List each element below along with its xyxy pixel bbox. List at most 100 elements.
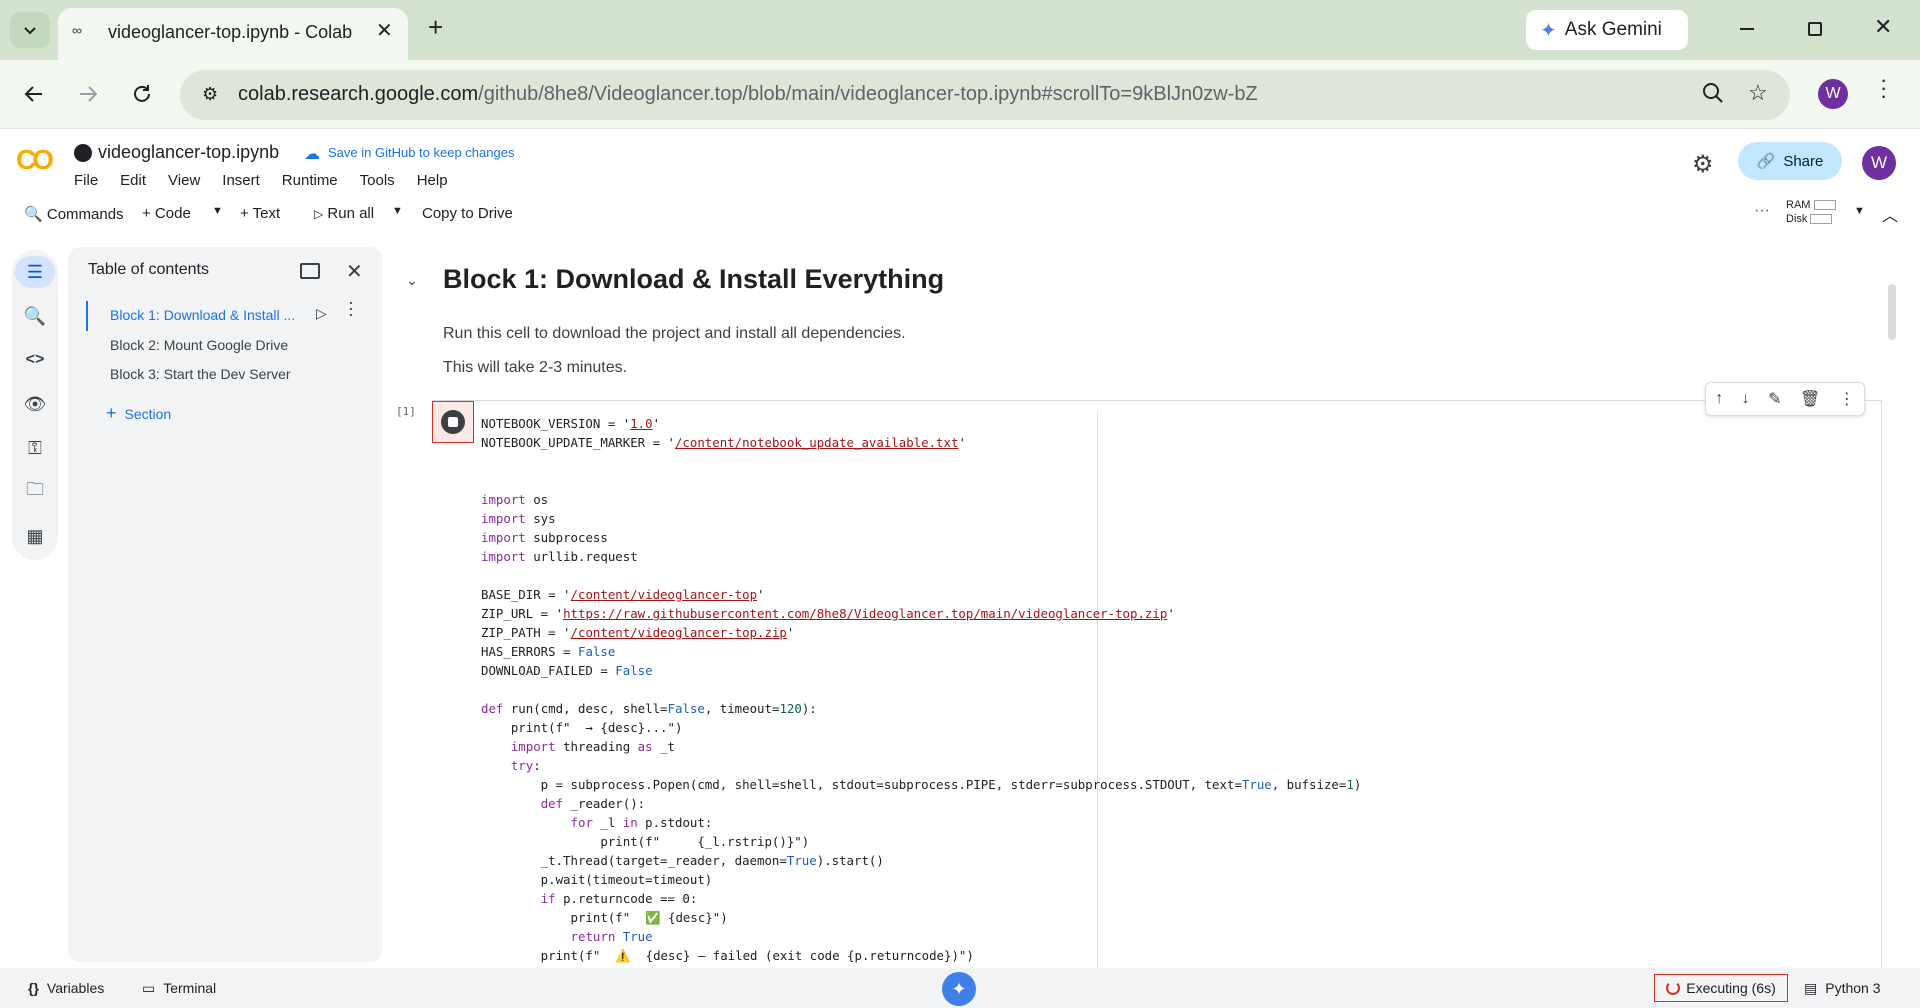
code-line: import subprocess [481,530,608,545]
add-code-button[interactable]: + Code [142,205,191,222]
forward-arrow-icon[interactable] [76,82,100,111]
url-text: colab.research.google.com/github/8he8/Vi… [238,83,1258,106]
code-line: for _l in p.stdout: [570,815,713,830]
collapse-chevron-icon[interactable]: ︿ [1882,202,1898,226]
commands-button[interactable]: 🔍 Commands [24,205,124,223]
toc-more-icon[interactable]: · · · [348,293,354,323]
code-line: print(f" ⚠️ {desc} — failed (exit code {… [481,948,974,963]
kernel-indicator[interactable]: ▤ Python 3 [1804,980,1881,997]
move-up-icon[interactable]: ↑ [1715,390,1723,408]
profile-avatar[interactable]: W [1818,79,1848,109]
browser-toolbar: ⚙ colab.research.google.com/github/8he8/… [0,60,1920,129]
share-button[interactable]: 🔗 Share [1738,142,1842,180]
copy-to-drive-button[interactable]: Copy to Drive [422,205,513,222]
ram-bar [1813,200,1836,211]
browser-tab[interactable]: ∞ videoglancer-top.ipynb - Colab ✕ [58,8,408,60]
code-line: BASE_DIR = '/content/videoglancer-top' [481,587,765,602]
menu-edit[interactable]: Edit [120,172,146,189]
notebook-filename[interactable]: videoglancer-top.ipynb [98,142,279,163]
browser-menu-icon[interactable]: · · · [1880,69,1887,107]
new-tab-plus-icon[interactable]: + [428,12,443,43]
run-all-dropdown-icon[interactable]: ▼ [392,205,403,217]
variables-button[interactable]: {} Variables [28,980,104,996]
secrets-eye-icon[interactable]: 👁 [15,388,55,420]
run-all-button[interactable]: ▷ Run all [314,205,374,222]
toc-active-indicator [86,301,88,331]
close-panel-icon[interactable]: ✕ [346,259,363,284]
resource-indicator[interactable]: RAM Disk [1786,198,1846,232]
reload-icon[interactable] [130,82,154,111]
edit-pencil-icon[interactable]: ✎ [1768,389,1781,409]
terminal-button[interactable]: ▭ Terminal [142,980,216,997]
add-section-button[interactable]: + Section [106,403,171,424]
code-cell[interactable]: [1] NOTEBOOK_VERSION = '1.0' NOTEBOOK_UPD… [396,400,1882,975]
minimize-icon[interactable] [1740,28,1754,30]
toc-item[interactable]: Block 3: Start the Dev Server [110,366,291,382]
delete-trash-icon[interactable]: 🗑 [1800,389,1820,409]
add-section-label: Section [124,406,172,422]
menu-view[interactable]: View [168,172,200,189]
toc-run-section-icon[interactable]: ▷ [316,305,327,322]
restore-icon[interactable] [1808,22,1822,36]
profile-initial: W [1825,85,1841,102]
code-line: return True [570,929,653,944]
save-github-link[interactable]: Save in GitHub to keep changes [328,145,514,160]
variables-label: Variables [46,980,105,996]
cell-more-icon[interactable]: ⋮ [1839,389,1855,409]
code-line: if p.returncode == 0: [540,891,698,906]
zoom-search-icon[interactable] [1700,80,1726,111]
add-text-button[interactable]: + Text [240,205,280,222]
toc-item[interactable]: Block 1: Download & Install ... [110,307,295,323]
disk-label: Disk [1786,213,1808,225]
settings-gear-icon[interactable]: ⚙ [1692,150,1714,179]
user-avatar[interactable]: W [1862,146,1896,180]
ask-gemini-button[interactable]: ✦ Ask Gemini [1526,10,1688,50]
scrollbar-thumb[interactable] [1888,284,1896,340]
spinner-icon [1666,981,1681,995]
code-line: p = subprocess.Popen(cmd, shell=shell, s… [481,777,1362,792]
menu-help[interactable]: Help [417,172,448,189]
colab-header: CO videoglancer-top.ipynb ☁ Save in GitH… [0,130,1920,248]
gemini-fab[interactable]: ✦ [942,972,976,1006]
menu-insert[interactable]: Insert [222,172,260,189]
find-icon[interactable]: 🔍 [15,300,55,332]
code-snippets-icon[interactable]: <> [15,344,55,376]
toc-list-icon[interactable]: ☰ [15,256,55,288]
server-icon: ▤ [1804,980,1818,996]
key-icon[interactable]: ⚿ [15,432,55,464]
notebook-toolbar: 🔍 Commands + Code ▼ + Text ▷ Run all ▼ C… [12,196,1912,234]
url-path: /github/8he8/Videoglancer.top/blob/main/… [478,83,1258,105]
code-editor[interactable]: NOTEBOOK_VERSION = '1.0' NOTEBOOK_UPDATE_… [481,414,1871,974]
executing-label: Executing (6s) [1686,980,1776,996]
menu-runtime[interactable]: Runtime [282,172,338,189]
code-dropdown-icon[interactable]: ▼ [212,205,223,217]
stop-execution-button[interactable] [432,401,474,443]
url-host: colab.research.google.com [238,83,479,105]
user-avatar-initial: W [1870,153,1888,172]
site-info-icon[interactable]: ⚙ [202,84,218,105]
collapse-section-icon[interactable]: ⌄ [406,272,418,289]
menu-bar: File Edit View Insert Runtime Tools Help [74,172,470,189]
address-bar[interactable]: ⚙ colab.research.google.com/github/8he8/… [180,70,1790,120]
kernel-label: Python 3 [1825,980,1881,996]
runtime-dropdown-icon[interactable]: ▼ [1854,205,1865,217]
executing-status[interactable]: Executing (6s) [1654,974,1788,1002]
back-arrow-icon[interactable] [22,82,46,111]
tab-close-icon[interactable]: ✕ [376,18,393,43]
window-close-icon[interactable]: ✕ [1874,14,1892,40]
menu-file[interactable]: File [74,172,98,189]
menu-tools[interactable]: Tools [360,172,395,189]
section-heading: Block 1: Download & Install Everything [443,264,945,294]
bookmark-star-icon[interactable]: ☆ [1748,80,1768,106]
open-in-tab-icon[interactable] [300,263,320,279]
tab-list-chevron-icon[interactable] [10,12,50,48]
data-table-icon[interactable]: ▦ [15,520,55,552]
more-dots-icon[interactable]: ··· [1754,202,1770,220]
toc-panel: Table of contents ✕ Block 1: Download & … [68,247,382,962]
move-down-icon[interactable]: ↓ [1742,390,1750,408]
toc-item[interactable]: Block 2: Mount Google Drive [110,337,288,353]
search-icon: 🔍 [24,206,43,223]
colab-logo[interactable]: CO [16,144,54,176]
files-folder-icon[interactable]: 🗀 [15,476,55,508]
